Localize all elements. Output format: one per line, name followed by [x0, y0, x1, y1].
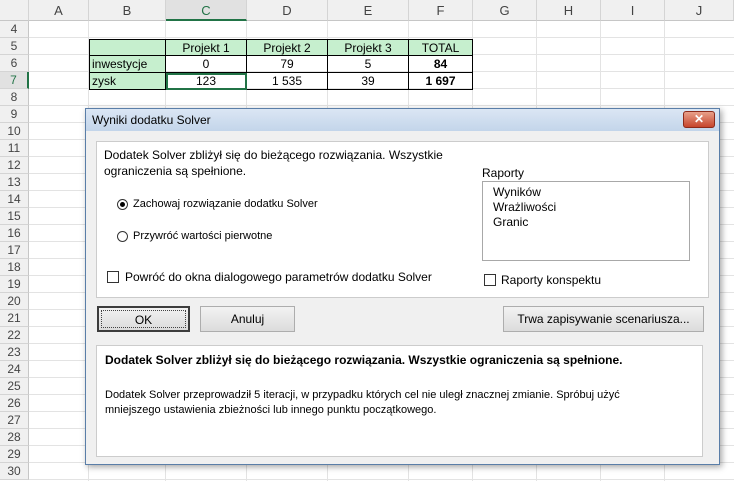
- cell-f7[interactable]: 1 697: [409, 73, 473, 90]
- reports-label: Raporty: [482, 166, 525, 180]
- row-header-22[interactable]: 22: [0, 327, 29, 344]
- header-total[interactable]: TOTAL: [409, 39, 473, 56]
- status-message-line1: Dodatek Solver zbliżył się do bieżącego …: [104, 148, 443, 162]
- header-projekt-1[interactable]: Projekt 1: [166, 39, 247, 56]
- ok-button[interactable]: OK: [97, 306, 190, 332]
- column-header-f[interactable]: F: [409, 0, 473, 21]
- cell-f6[interactable]: 84: [409, 56, 473, 73]
- cell-c6[interactable]: 0: [166, 56, 247, 73]
- table-corner-cell[interactable]: [89, 39, 166, 56]
- column-header-i[interactable]: I: [601, 0, 665, 21]
- header-projekt-2[interactable]: Projekt 2: [247, 39, 328, 56]
- dialog-title: Wyniki dodatku Solver: [92, 113, 211, 127]
- row-header-25[interactable]: 25: [0, 378, 29, 395]
- report-item-wrazliwosci[interactable]: Wrażliwości: [493, 200, 556, 214]
- row-header-7[interactable]: 7: [0, 72, 29, 89]
- restore-values-radio[interactable]: [117, 231, 128, 242]
- row-header-19[interactable]: 19: [0, 276, 29, 293]
- keep-solution-radio[interactable]: [117, 199, 128, 210]
- cancel-button[interactable]: Anuluj: [200, 306, 295, 332]
- column-header-d[interactable]: D: [247, 0, 328, 21]
- restore-values-label[interactable]: Przywróć wartości pierwotne: [133, 230, 272, 242]
- cell-e6[interactable]: 5: [328, 56, 409, 73]
- status-message-line2: ograniczenia są spełnione.: [104, 164, 247, 178]
- column-header-b[interactable]: B: [89, 0, 166, 21]
- report-item-granic[interactable]: Granic: [493, 215, 528, 229]
- solver-results-dialog: Wyniki dodatku Solver ✕ Dodatek Solver z…: [85, 108, 720, 465]
- return-to-parameters-checkbox[interactable]: [107, 271, 119, 283]
- row-header-29[interactable]: 29: [0, 446, 29, 463]
- row-header-13[interactable]: 13: [0, 174, 29, 191]
- outline-reports-checkbox[interactable]: [484, 274, 496, 286]
- row-header-20[interactable]: 20: [0, 293, 29, 310]
- row-header-9[interactable]: 9: [0, 106, 29, 123]
- select-all-corner[interactable]: [0, 0, 29, 21]
- result-detail-line1: Dodatek Solver przeprowadził 5 iteracji,…: [105, 389, 620, 401]
- row-header-11[interactable]: 11: [0, 140, 29, 157]
- row-header-10[interactable]: 10: [0, 123, 29, 140]
- row-header-17[interactable]: 17: [0, 242, 29, 259]
- row-header-28[interactable]: 28: [0, 429, 29, 446]
- row-label-inwestycje[interactable]: inwestycje: [89, 56, 166, 73]
- outline-reports-label[interactable]: Raporty konspektu: [501, 273, 601, 287]
- options-panel: Dodatek Solver zbliżył się do bieżącego …: [96, 141, 709, 298]
- row-label-zysk[interactable]: zysk: [89, 73, 166, 90]
- column-header-j[interactable]: J: [665, 0, 734, 21]
- header-projekt-3[interactable]: Projekt 3: [328, 39, 409, 56]
- row-header-5[interactable]: 5: [0, 38, 29, 55]
- cell-d7[interactable]: 1 535: [247, 73, 328, 90]
- row-header-30[interactable]: 30: [0, 463, 29, 480]
- row-header-26[interactable]: 26: [0, 395, 29, 412]
- row-header-21[interactable]: 21: [0, 310, 29, 327]
- close-icon: ✕: [693, 112, 705, 126]
- row-header-8[interactable]: 8: [0, 89, 29, 106]
- row-header-4[interactable]: 4: [0, 21, 29, 38]
- report-item-wynikow[interactable]: Wyników: [493, 185, 541, 199]
- return-to-parameters-label[interactable]: Powróć do okna dialogowego parametrów do…: [125, 270, 432, 284]
- row-header-24[interactable]: 24: [0, 361, 29, 378]
- row-header-12[interactable]: 12: [0, 157, 29, 174]
- column-header-g[interactable]: G: [473, 0, 537, 21]
- row-header-16[interactable]: 16: [0, 225, 29, 242]
- row-header-14[interactable]: 14: [0, 191, 29, 208]
- row-header-23[interactable]: 23: [0, 344, 29, 361]
- cell-e7[interactable]: 39: [328, 73, 409, 90]
- row-header-15[interactable]: 15: [0, 208, 29, 225]
- cell-c7-active[interactable]: 123: [166, 73, 247, 90]
- results-panel: Dodatek Solver zbliżył się do bieżącego …: [96, 345, 703, 457]
- column-header-a[interactable]: A: [29, 0, 89, 21]
- row-header-18[interactable]: 18: [0, 259, 29, 276]
- cell-d6[interactable]: 79: [247, 56, 328, 73]
- column-header-e[interactable]: E: [328, 0, 409, 21]
- column-header-c[interactable]: C: [166, 0, 247, 21]
- reports-listbox[interactable]: Wyników Wrażliwości Granic: [482, 181, 690, 261]
- dialog-titlebar[interactable]: Wyniki dodatku Solver ✕: [86, 109, 719, 131]
- save-scenario-button[interactable]: Trwa zapisywanie scenariusza...: [503, 306, 704, 332]
- result-detail-line2: mniejszego ustawienia zbieżności lub inn…: [105, 404, 437, 416]
- keep-solution-label[interactable]: Zachowaj rozwiązanie dodatku Solver: [133, 198, 318, 210]
- result-summary: Dodatek Solver zbliżył się do bieżącego …: [105, 353, 623, 367]
- close-button[interactable]: ✕: [683, 111, 715, 128]
- column-header-h[interactable]: H: [537, 0, 601, 21]
- row-header-6[interactable]: 6: [0, 55, 29, 72]
- row-header-27[interactable]: 27: [0, 412, 29, 429]
